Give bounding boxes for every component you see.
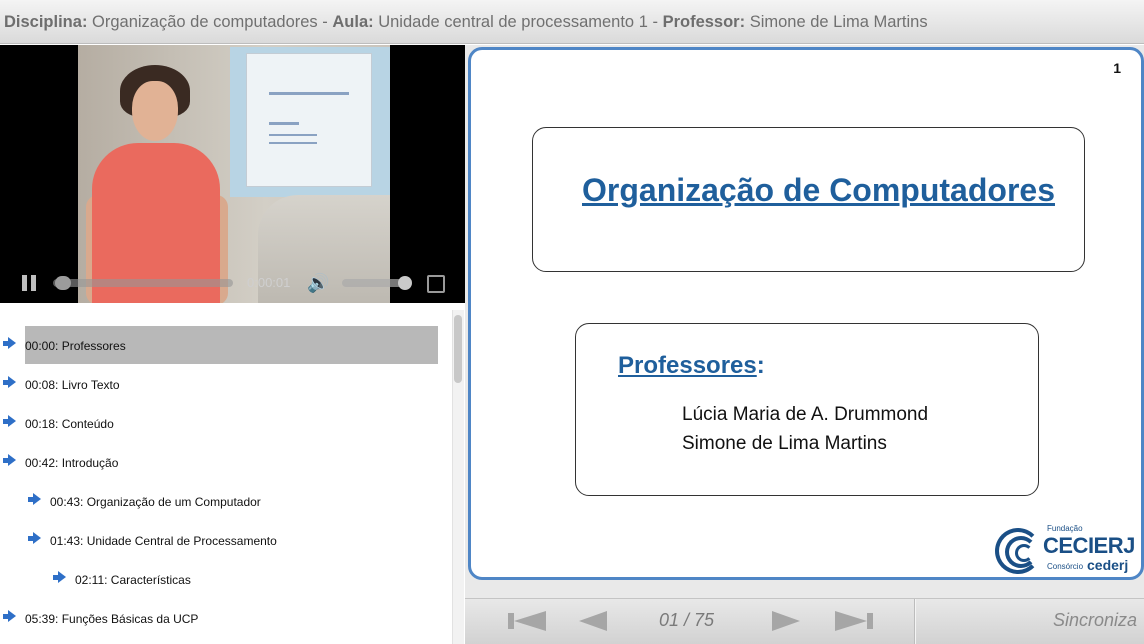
- next-slide-icon[interactable]: [772, 611, 800, 631]
- chapter-list: 00:00: Professores 00:08: Livro Texto 00:1…: [0, 303, 465, 644]
- video-controls: 0:00:01 🔊: [0, 263, 465, 303]
- lesson-name: Unidade central de processamento 1: [378, 13, 648, 31]
- previous-slide-icon[interactable]: [579, 611, 607, 631]
- lesson-label: Aula:: [332, 13, 374, 31]
- chapter-label: 00:43: Organização de um Computador: [50, 495, 261, 509]
- chapter-label: 02:11: Características: [75, 573, 191, 587]
- professors-box: Professores: Lúcia Maria de A. Drummond …: [575, 323, 1039, 496]
- chapter-item[interactable]: 00:18: Conteúdo: [0, 404, 440, 442]
- professor-name: Simone de Lima Martins: [749, 13, 928, 31]
- arrow-right-icon: [3, 337, 16, 349]
- last-slide-icon[interactable]: [835, 611, 873, 631]
- chapter-item[interactable]: 00:43: Organização de um Computador: [0, 482, 440, 520]
- slide-navigation-bar: 01 / 75 Sincroniza: [465, 598, 1144, 644]
- arrow-right-icon: [3, 610, 16, 622]
- professor-name-1: Lúcia Maria de A. Drummond: [682, 404, 929, 425]
- arrow-right-icon: [28, 532, 41, 544]
- sync-button[interactable]: Sincroniza: [1053, 610, 1137, 631]
- chapter-label: 00:42: Introdução: [25, 456, 119, 470]
- header-separator: -: [322, 13, 328, 31]
- fullscreen-icon[interactable]: [427, 275, 445, 293]
- chapter-label: 05:39: Funções Básicas da UCP: [25, 612, 199, 626]
- chapter-list-scroll-thumb[interactable]: [454, 315, 462, 383]
- slide-view: 1 Organização de Computadores Professore…: [468, 47, 1144, 580]
- first-slide-icon[interactable]: [508, 611, 546, 631]
- pause-icon[interactable]: [22, 275, 38, 291]
- arrow-right-icon: [3, 376, 16, 388]
- discipline-name: Organização de computadores: [92, 13, 318, 31]
- page-indicator: 01 / 75: [659, 610, 715, 630]
- seek-bar[interactable]: [53, 279, 233, 287]
- chapter-label: 00:00: Professores: [25, 339, 126, 353]
- arrow-right-icon: [53, 571, 66, 583]
- professor-name-2: Simone de Lima Martins: [682, 433, 887, 454]
- volume-handle[interactable]: [398, 276, 412, 290]
- chapter-item[interactable]: 01:43: Unidade Central de Processamento: [0, 521, 440, 559]
- arrow-right-icon: [3, 454, 16, 466]
- chapter-label: 00:18: Conteúdo: [25, 417, 114, 431]
- chapter-item[interactable]: 02:11: Características: [0, 560, 440, 598]
- cecierj-logo: Fundação CECIERJ Consórcio cederj: [991, 520, 1141, 577]
- lesson-header: Disciplina: Organização de computadores …: [0, 0, 1144, 44]
- seek-handle[interactable]: [55, 276, 71, 290]
- video-player[interactable]: 0:00:01 🔊: [0, 45, 465, 303]
- nav-divider: [914, 599, 916, 644]
- chapter-item[interactable]: 00:00: Professores: [0, 326, 440, 364]
- discipline-label: Disciplina:: [4, 13, 88, 31]
- chapter-item[interactable]: 05:39: Funções Básicas da UCP: [0, 599, 440, 637]
- arrow-right-icon: [28, 493, 41, 505]
- slide-title: Organização de Computadores: [582, 172, 1055, 208]
- header-separator: -: [652, 13, 658, 31]
- volume-icon[interactable]: 🔊: [307, 273, 333, 293]
- slide-number: 1: [1113, 60, 1121, 76]
- chapter-item[interactable]: 00:08: Livro Texto: [0, 365, 440, 403]
- arrow-right-icon: [3, 415, 16, 427]
- professors-heading: Professores:: [618, 352, 765, 379]
- current-time: 0:00:01: [247, 275, 291, 290]
- chapter-label: 00:08: Livro Texto: [25, 378, 120, 392]
- chapter-item[interactable]: 00:42: Introdução: [0, 443, 440, 481]
- projected-slide: [246, 53, 372, 187]
- chapter-label: 01:43: Unidade Central de Processamento: [50, 534, 277, 548]
- title-box: Organização de Computadores: [532, 127, 1085, 272]
- professor-label: Professor:: [662, 13, 746, 31]
